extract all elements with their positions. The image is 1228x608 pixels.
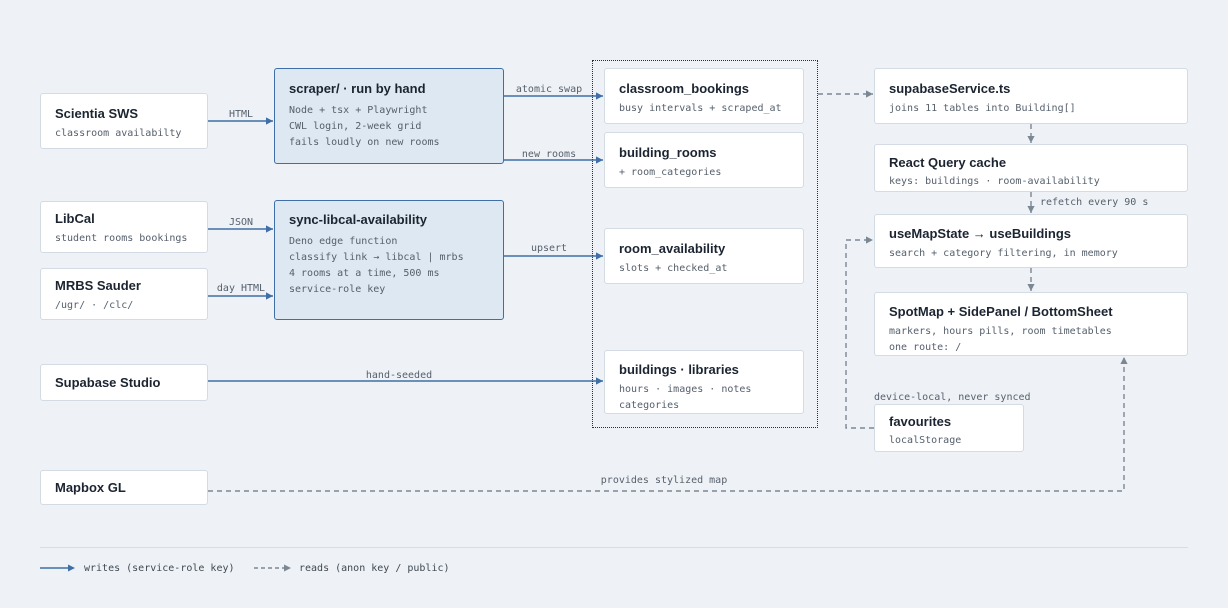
node-line: classroom availabilty (55, 128, 182, 139)
edge-label-html: HTML (228, 109, 254, 120)
node-line: Deno edge function (289, 236, 398, 247)
node-line: categories (619, 400, 680, 411)
node-sync-libcal-availability: sync-libcal-availability Deno edge funct… (274, 200, 504, 320)
edge-favourites-to-use-map-state (845, 236, 874, 429)
node-mrbs-sauder: MRBS Sauder /ugr/ · /clc/ (40, 268, 208, 320)
node-title: building_rooms (619, 145, 717, 160)
legend-writes: writes (service-role key) (84, 563, 235, 574)
node-scraper: scraper/ · run by hand Node + tsx + Play… (274, 68, 504, 164)
node-line: hours · images · notes (619, 384, 752, 395)
legend-read-arrow (254, 564, 291, 572)
node-title: useMapState → useBuildings (889, 226, 1072, 241)
node-building-rooms: building_rooms + room_categories (604, 132, 804, 188)
node-line: joins 11 tables into Building[] (889, 103, 1076, 114)
node-line: slots + checked_at (619, 263, 728, 274)
legend-write-arrow (40, 564, 75, 572)
edge-label-device-local: device-local, never synced (874, 392, 1031, 403)
node-title: Mapbox GL (55, 480, 126, 495)
node-line: classify link → libcal | mrbs (289, 252, 464, 263)
node-line: /ugr/ · /clc/ (55, 300, 134, 311)
node-line: keys: buildings · room-availability (889, 176, 1100, 187)
node-line: busy intervals + scraped_at (619, 103, 782, 114)
node-line: fails loudly on new rooms (289, 137, 440, 148)
node-use-map-state: useMapState → useBuildings search + cate… (874, 214, 1188, 268)
edge-label-json: JSON (228, 217, 254, 228)
edge-tables-to-supabase-service (818, 90, 873, 98)
edge-label-refetch: refetch every 90 s (1040, 197, 1149, 208)
node-title: React Query cache (889, 155, 1007, 170)
node-line: service-role key (289, 284, 386, 295)
node-buildings-libraries: buildings · libraries hours · images · n… (604, 350, 804, 414)
edge-use-map-state-to-spotmap (1027, 268, 1035, 291)
edge-label-upsert: upsert (530, 243, 568, 254)
node-title: classroom_bookings (619, 81, 750, 96)
edge-react-query-to-use-map-state (1027, 192, 1035, 213)
node-title: sync-libcal-availability (289, 212, 428, 227)
node-title: MRBS Sauder (55, 278, 141, 293)
edge-service-to-react-query (1027, 124, 1035, 143)
node-libcal: LibCal student rooms bookings (40, 201, 208, 253)
node-title: Supabase Studio (55, 375, 161, 390)
node-title: room_availability (619, 241, 726, 256)
node-scientia-sws: Scientia SWS classroom availabilty (40, 93, 208, 149)
node-supabase-service: supabaseService.ts joins 11 tables into … (874, 68, 1188, 124)
node-line: 4 rooms at a time, 500 ms (289, 268, 440, 279)
edge-label-atomic-swap: atomic swap (515, 84, 583, 95)
legend-reads: reads (anon key / public) (299, 563, 450, 574)
node-spotmap: SpotMap + SidePanel / BottomSheet marker… (874, 292, 1188, 356)
node-mapbox-gl: Mapbox GL (40, 470, 208, 505)
node-title: LibCal (55, 211, 95, 226)
node-title: Scientia SWS (55, 106, 139, 121)
node-title: supabaseService.ts (889, 81, 1011, 96)
node-line: search + category filtering, in memory (889, 248, 1118, 259)
node-title: buildings · libraries (619, 362, 739, 377)
node-room-availability: room_availability slots + checked_at (604, 228, 804, 284)
node-title: favourites (889, 414, 952, 429)
legend-divider (40, 547, 1188, 548)
node-react-query-cache: React Query cache keys: buildings · room… (874, 144, 1188, 192)
node-favourites: favourites localStorage (874, 404, 1024, 452)
node-line: markers, hours pills, room timetables (889, 326, 1112, 337)
node-line: student rooms bookings (55, 233, 188, 244)
node-line: + room_categories (619, 167, 722, 178)
node-line: localStorage (889, 435, 962, 446)
edge-label-day-html: day HTML (216, 283, 266, 294)
edge-label-new-rooms: new rooms (521, 149, 577, 160)
node-title: scraper/ · run by hand (289, 81, 426, 96)
node-line: Node + tsx + Playwright (289, 105, 428, 116)
node-line: CWL login, 2-week grid (289, 121, 422, 132)
node-line: one route: / (889, 342, 962, 353)
edge-label-provides-map: provides stylized map (600, 475, 728, 486)
node-classroom-bookings: classroom_bookings busy intervals + scra… (604, 68, 804, 124)
node-title: SpotMap + SidePanel / BottomSheet (889, 304, 1113, 319)
edge-label-hand-seeded: hand-seeded (365, 370, 433, 381)
node-supabase-studio: Supabase Studio (40, 364, 208, 401)
architecture-diagram: Scientia SWS classroom availabilty LibCa… (0, 0, 1228, 608)
